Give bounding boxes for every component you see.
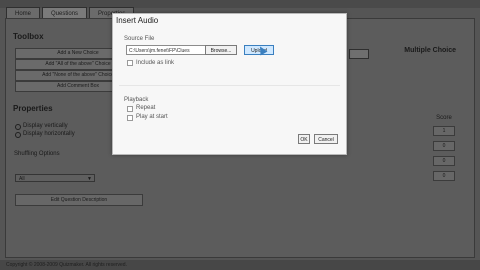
repeat-label: Repeat [136,105,156,111]
shuffling-options-label: Shuffling Options [14,151,60,157]
ok-button[interactable]: OK [298,134,310,144]
playback-label: Playback [124,97,149,103]
insert-audio-dialog: Insert Audio Source File C:\Users\jm.fen… [112,13,347,155]
tab-home-label: Home [15,11,32,17]
score-cell[interactable]: 0 [433,156,455,166]
divider [119,85,340,86]
display-vertically-label: Display vertically [23,123,68,129]
properties-title: Properties [13,104,53,113]
display-horizontally-radio[interactable] [15,132,21,138]
score-title: Score [436,115,452,121]
shuffling-options-select[interactable]: All ▼ [15,174,95,182]
cancel-button[interactable]: Cancel [314,134,338,144]
edit-question-description-button[interactable]: Edit Question Description [15,194,143,206]
footer: Copyright © 2008-2009 Quizmaker. All rig… [0,260,480,270]
score-column: Score 1 0 0 0 [424,115,464,181]
browse-button[interactable]: Browse... [205,45,237,55]
score-cell[interactable]: 0 [433,141,455,151]
shuffling-options-value: All [19,176,25,182]
dialog-title: Insert Audio [116,16,159,25]
display-vertically-radio[interactable] [15,124,21,130]
score-cell[interactable]: 1 [433,126,455,136]
repeat-checkbox[interactable] [127,106,133,112]
tab-questions-label: Questions [51,11,79,17]
source-file-label: Source File [124,36,155,42]
multiple-choice-header: Multiple Choice [404,47,456,54]
chevron-down-icon: ▼ [87,176,92,182]
include-as-link-label: Include as link [136,60,175,66]
toolbox-title: Toolbox [13,32,44,41]
display-horizontally-label: Display horizontally [23,131,75,137]
toolbar-small-button[interactable] [349,49,369,59]
include-as-link-checkbox[interactable] [127,60,133,66]
play-at-start-label: Play at start [136,114,168,120]
score-cell[interactable]: 0 [433,171,455,181]
play-at-start-checkbox[interactable] [127,115,133,121]
